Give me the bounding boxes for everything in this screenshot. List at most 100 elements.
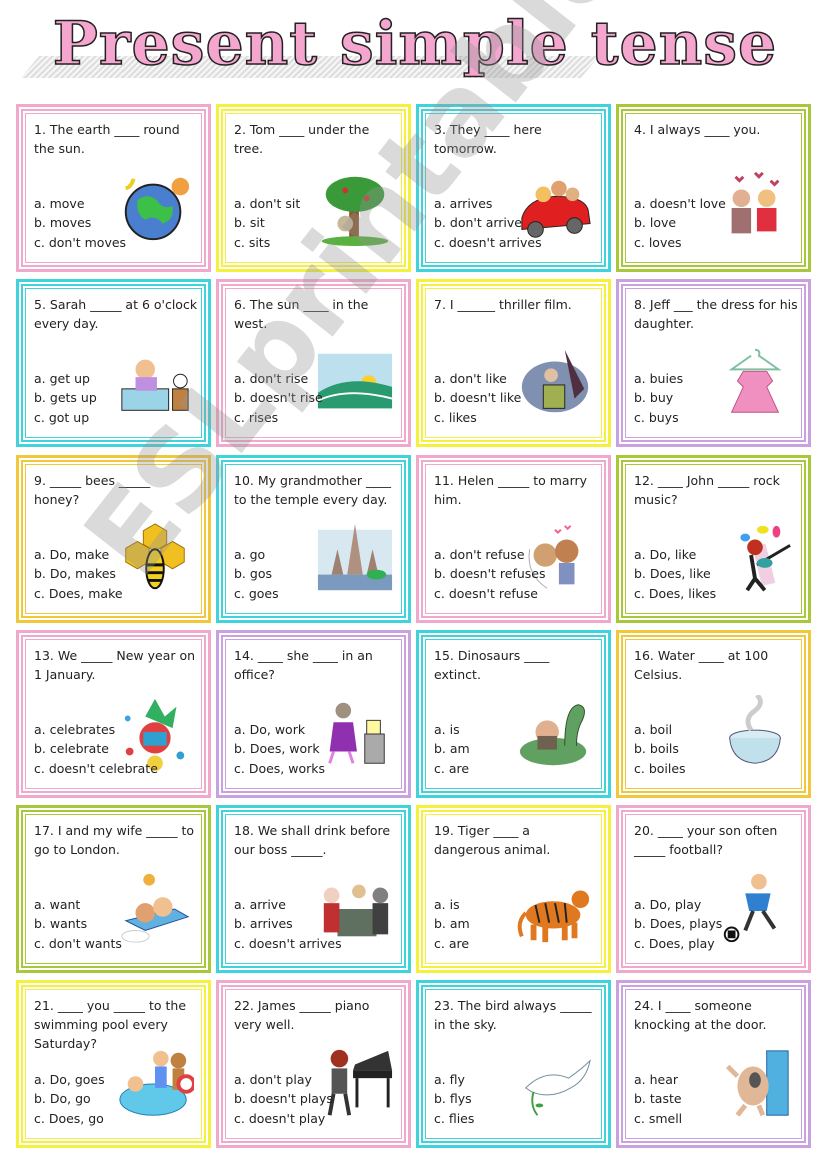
- answer-option-a[interactable]: a. Do, goes: [34, 1070, 105, 1090]
- answer-option-c[interactable]: c. rises: [234, 408, 323, 428]
- answer-option-b[interactable]: b. arrives: [234, 914, 342, 934]
- answer-option-c[interactable]: c. are: [434, 759, 470, 779]
- answer-option-a[interactable]: a. Do, make: [34, 545, 123, 565]
- answer-option-c[interactable]: c. Does, likes: [634, 584, 716, 604]
- answer-option-a[interactable]: a. arrives: [434, 194, 542, 214]
- answer-option-c[interactable]: c. buys: [634, 408, 683, 428]
- answer-option-c[interactable]: c. doesn't arrives: [234, 934, 342, 954]
- question-text: 3. They ____ here tomorrow.: [434, 122, 542, 156]
- answer-option-b[interactable]: b. am: [434, 739, 470, 759]
- answer-option-b[interactable]: b. doesn't rise: [234, 388, 323, 408]
- answer-option-b[interactable]: b. gets up: [34, 388, 97, 408]
- answer-option-a[interactable]: a. is: [434, 895, 470, 915]
- answer-option-b[interactable]: b. gos: [234, 564, 279, 584]
- answer-option-c[interactable]: c. doesn't play: [234, 1109, 333, 1129]
- answer-option-c[interactable]: c. doesn't arrives: [434, 233, 542, 253]
- answer-options: a. celebrates b. celebrate c. doesn't cele…: [34, 720, 158, 779]
- answer-options: a. move b. moves c. don't moves: [34, 194, 126, 253]
- question-card-9: 9. _____ bees _____ honey? a. Do, make b. …: [16, 455, 211, 623]
- answer-option-c[interactable]: c. don't wants: [34, 934, 122, 954]
- answer-option-b[interactable]: b. taste: [634, 1089, 682, 1109]
- answer-option-c[interactable]: c. goes: [234, 584, 279, 604]
- answer-option-b[interactable]: b. Do, go: [34, 1089, 105, 1109]
- answer-options: a. arrives b. don't arrive c. doesn't arri…: [434, 194, 542, 253]
- question-text: 18. We shall drink before our boss _____…: [234, 823, 391, 857]
- answer-option-c[interactable]: c. Does, go: [34, 1109, 105, 1129]
- answer-option-c[interactable]: c. sits: [234, 233, 300, 253]
- answer-option-a[interactable]: a. Do, play: [634, 895, 722, 915]
- answer-option-a[interactable]: a. Do, like: [634, 545, 716, 565]
- answer-option-c[interactable]: c. doesn't refuse: [434, 584, 546, 604]
- answer-option-b[interactable]: b. Do, makes: [34, 564, 123, 584]
- question-text: 2. Tom ____ under the tree.: [234, 122, 370, 156]
- answer-option-c[interactable]: c. Does, play: [634, 934, 722, 954]
- question-card-17: 17. I and my wife _____ to go to London.…: [16, 805, 211, 973]
- answer-option-c[interactable]: c. flies: [434, 1109, 474, 1129]
- answer-option-b[interactable]: b. flys: [434, 1089, 474, 1109]
- answer-option-a[interactable]: a. arrive: [234, 895, 342, 915]
- answer-option-a[interactable]: a. get up: [34, 369, 97, 389]
- answer-option-c[interactable]: c. doesn't celebrate: [34, 759, 158, 779]
- boiling-pot-icon: [716, 693, 794, 773]
- answer-options: a. don't play b. doesn't plays c. doesn't …: [234, 1070, 333, 1129]
- answer-option-a[interactable]: a. go: [234, 545, 279, 565]
- answer-options: a. boil b. boils c. boiles: [634, 720, 686, 779]
- couple-icon: [716, 169, 794, 247]
- question-text: 22. James _____ piano very well.: [234, 998, 370, 1032]
- bee-icon: [116, 520, 194, 598]
- answer-option-a[interactable]: a. is: [434, 720, 470, 740]
- answer-option-a[interactable]: a. buies: [634, 369, 683, 389]
- answer-option-c[interactable]: c. are: [434, 934, 470, 954]
- answer-option-c[interactable]: c. loves: [634, 233, 726, 253]
- answer-option-a[interactable]: a. don't rise: [234, 369, 323, 389]
- answer-option-a[interactable]: a. want: [34, 895, 122, 915]
- answer-option-b[interactable]: b. doesn't like: [434, 388, 521, 408]
- answer-option-a[interactable]: a. boil: [634, 720, 686, 740]
- answer-option-b[interactable]: b. doesn't plays: [234, 1089, 333, 1109]
- dinosaur-icon: [516, 695, 594, 773]
- answer-option-b[interactable]: b. am: [434, 914, 470, 934]
- answer-option-a[interactable]: a. celebrates: [34, 720, 158, 740]
- answer-option-b[interactable]: b. don't arrive: [434, 213, 542, 233]
- answer-option-a[interactable]: a. move: [34, 194, 126, 214]
- answer-option-b[interactable]: b. boils: [634, 739, 686, 759]
- question-card-2: 2. Tom ____ under the tree. a. don't sit b…: [216, 104, 411, 272]
- answer-option-a[interactable]: a. doesn't love: [634, 194, 726, 214]
- answer-option-a[interactable]: a. don't like: [434, 369, 521, 389]
- answer-option-c[interactable]: c. likes: [434, 408, 521, 428]
- answer-option-b[interactable]: b. celebrate: [34, 739, 158, 759]
- question-card-15: 15. Dinosaurs ____ extinct. a. is b. am c. …: [416, 630, 611, 798]
- answer-options: a. fly b. flys c. flies: [434, 1070, 474, 1129]
- question-card-10: 10. My grandmother ____ to the temple ev…: [216, 455, 411, 623]
- question-card-11: 11. Helen _____ to marry him. a. don't re…: [416, 455, 611, 623]
- answer-option-b[interactable]: b. love: [634, 213, 726, 233]
- answer-option-c[interactable]: c. Does, works: [234, 759, 325, 779]
- answer-option-b[interactable]: b. doesn't refuses: [434, 564, 546, 584]
- temple-icon: [316, 520, 394, 598]
- answer-option-b[interactable]: b. Does, like: [634, 564, 716, 584]
- pool-icon: [116, 1045, 196, 1123]
- answer-option-c[interactable]: c. smell: [634, 1109, 682, 1129]
- answer-options: a. hear b. taste c. smell: [634, 1070, 682, 1129]
- answer-option-b[interactable]: b. buy: [634, 388, 683, 408]
- answer-option-b[interactable]: b. Does, plays: [634, 914, 722, 934]
- answer-option-a[interactable]: a. fly: [434, 1070, 474, 1090]
- question-text: 20. ____ your son often _____ football?: [634, 823, 778, 857]
- answer-option-c[interactable]: c. don't moves: [34, 233, 126, 253]
- question-text: 16. Water ____ at 100 Celsius.: [634, 648, 769, 682]
- answer-option-c[interactable]: c. Does, make: [34, 584, 123, 604]
- answer-option-c[interactable]: c. boiles: [634, 759, 686, 779]
- answer-option-b[interactable]: b. Does, work: [234, 739, 325, 759]
- question-card-7: 7. I ______ thriller film. a. don't like b…: [416, 279, 611, 447]
- answer-option-a[interactable]: a. don't play: [234, 1070, 333, 1090]
- answer-option-a[interactable]: a. Do, work: [234, 720, 325, 740]
- answer-option-b[interactable]: b. sit: [234, 213, 300, 233]
- answer-option-a[interactable]: a. hear: [634, 1070, 682, 1090]
- answer-option-b[interactable]: b. wants: [34, 914, 122, 934]
- answer-option-c[interactable]: c. got up: [34, 408, 97, 428]
- answer-option-b[interactable]: b. moves: [34, 213, 126, 233]
- question-text: 8. Jeff ___ the dress for his daughter.: [634, 297, 798, 331]
- answer-option-a[interactable]: a. don't sit: [234, 194, 300, 214]
- question-card-23: 23. The bird always _____ in the sky. a. …: [416, 980, 611, 1148]
- answer-option-a[interactable]: a. don't refuse: [434, 545, 546, 565]
